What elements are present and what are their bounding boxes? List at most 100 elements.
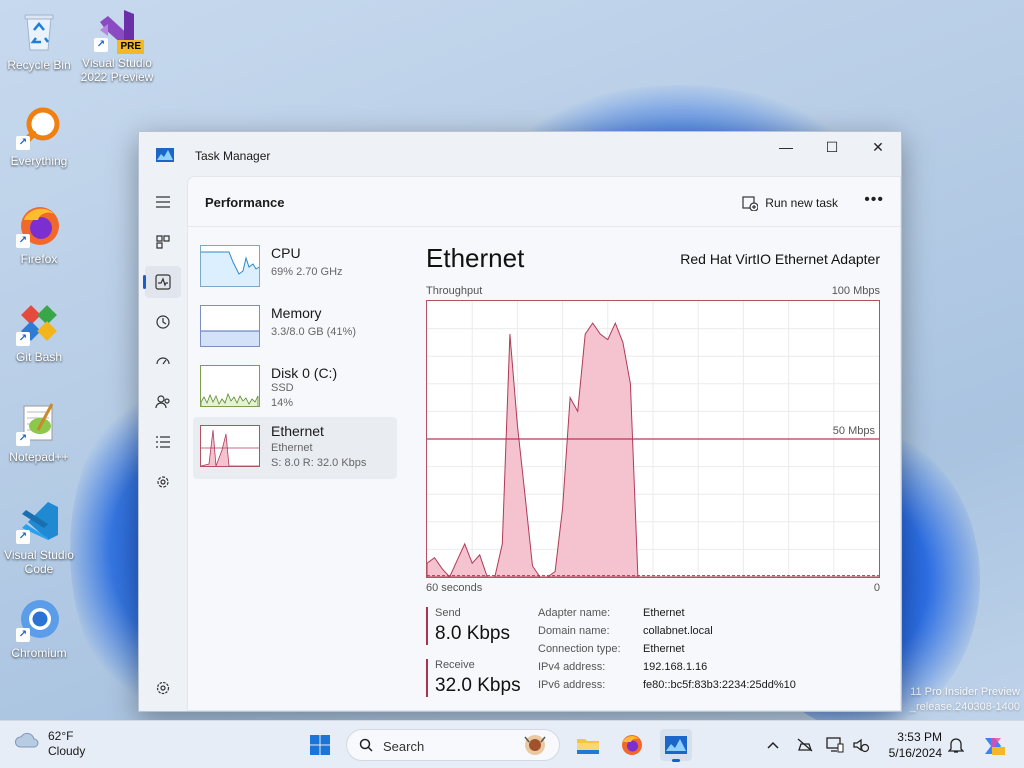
desktop-icon-label: Git Bash — [15, 350, 63, 364]
taskbar-task-manager[interactable] — [660, 729, 692, 762]
ethernet-thumbnail-graph — [200, 425, 260, 467]
run-task-icon — [742, 196, 759, 211]
resource-name: CPU — [271, 245, 301, 261]
resource-subtext: 69% 2.70 GHz — [271, 266, 343, 278]
run-new-task-button[interactable]: Run new task — [742, 195, 838, 211]
taskbar-search-box[interactable]: Search — [346, 729, 560, 761]
recycle-bin-icon — [16, 8, 62, 54]
maximize-button[interactable]: ☐ — [809, 132, 855, 162]
adapter-description: Red Hat VirtIO Ethernet Adapter — [680, 251, 880, 267]
nav-details[interactable] — [145, 426, 181, 458]
tray-network-status[interactable] — [795, 735, 815, 755]
weather-widget[interactable]: 62°F Cloudy — [14, 729, 85, 759]
desktop-icon-label: Notepad++ — [9, 450, 69, 464]
firefox-icon: ↗ — [16, 202, 62, 248]
bell-icon — [948, 738, 964, 753]
info-value: collabnet.local — [643, 625, 713, 637]
desktop-icon-recycle-bin[interactable]: Recycle Bin — [0, 8, 78, 72]
close-button[interactable]: ✕ — [855, 132, 901, 162]
shortcut-arrow-icon: ↗ — [16, 234, 30, 248]
info-key: IPv6 address: — [538, 679, 606, 691]
git-bash-icon: ↗ — [16, 300, 62, 346]
taskbar-file-explorer[interactable] — [572, 729, 604, 761]
resource-name: Memory — [271, 305, 322, 321]
title-bar[interactable]: Task Manager — ☐ ✕ — [139, 132, 901, 176]
hamburger-menu-button[interactable] — [145, 186, 181, 218]
desktop-icon-vscode[interactable]: ↗ Visual Studio Code — [0, 498, 78, 576]
info-value: Ethernet — [643, 607, 685, 619]
resource-subtext: 14% — [271, 397, 294, 409]
startup-apps-icon — [156, 357, 170, 365]
start-button[interactable] — [304, 729, 336, 761]
taskbar: 62°F Cloudy Search 3:53 PM 5/16/2024 — [0, 720, 1024, 768]
desktop-icon-firefox[interactable]: ↗ Firefox — [0, 202, 78, 266]
desktop-icon-label: Firefox — [20, 252, 58, 266]
resource-list: CPU 69% 2.70 GHz Memory 3.3/8.0 GB (41%)… — [193, 229, 397, 710]
minimize-button[interactable]: — — [763, 132, 809, 162]
windows-start-icon — [310, 735, 330, 755]
desktop-icon-notepadpp[interactable]: ↗ Notepad++ — [0, 400, 78, 464]
info-value: 192.168.1.16 — [643, 661, 708, 673]
tray-volume[interactable] — [851, 735, 871, 755]
nav-processes[interactable] — [145, 226, 181, 258]
network-icon — [797, 738, 813, 752]
copilot-preview-icon — [985, 738, 1005, 755]
show-hidden-icons-button[interactable] — [763, 735, 783, 755]
maximize-icon: ☐ — [825, 138, 839, 155]
info-value: Ethernet — [643, 643, 685, 655]
resource-subtext: SSD — [271, 382, 294, 394]
nav-users[interactable] — [145, 386, 181, 418]
resource-item-memory[interactable]: Memory 3.3/8.0 GB (41%) — [193, 297, 397, 359]
speaker-muted-icon — [853, 738, 870, 753]
search-icon — [359, 738, 373, 752]
weather-temperature: 62°F — [48, 729, 74, 743]
desktop-icon-visual-studio-preview[interactable]: PRE ↗ Visual Studio 2022 Preview — [78, 6, 156, 84]
weather-description: Cloudy — [48, 744, 86, 758]
nav-services[interactable] — [145, 466, 181, 498]
notifications-button[interactable] — [946, 735, 966, 755]
desktop-icon-chromium[interactable]: ↗ Chromium — [0, 596, 78, 660]
users-icon — [155, 395, 170, 409]
page-header: Performance Run new task ••• — [188, 177, 900, 227]
desktop-icon-everything[interactable]: ↗ Everything — [0, 104, 78, 168]
throughput-chart: 50 Mbps — [426, 301, 879, 578]
close-icon: ✕ — [872, 138, 884, 155]
chevron-up-icon — [767, 741, 779, 749]
nav-settings[interactable] — [145, 672, 181, 704]
nav-app-history[interactable] — [145, 306, 181, 338]
receive-stat: Receive 32.0 Kbps — [426, 659, 526, 697]
resource-name: Ethernet — [271, 423, 324, 439]
detail-title: Ethernet — [426, 243, 525, 273]
send-stat: Send 8.0 Kbps — [426, 607, 526, 645]
nav-performance[interactable] — [143, 266, 181, 298]
resource-item-ethernet[interactable]: Ethernet Ethernet S: 8.0 R: 32.0 Kbps — [193, 417, 397, 479]
shortcut-arrow-icon: ↗ — [16, 530, 30, 544]
page-title: Performance — [205, 195, 285, 210]
notepadpp-icon: ↗ — [16, 400, 62, 446]
scale-reference-label: 50 Mbps — [833, 425, 876, 437]
resource-subtext: S: 8.0 R: 32.0 Kbps — [271, 457, 367, 469]
resource-item-disk[interactable]: Disk 0 (C:) SSD 14% — [193, 357, 397, 419]
resource-subtext: Ethernet — [271, 442, 313, 454]
insider-watermark-line2: _release.240308-1400 — [909, 701, 1020, 713]
app-history-icon — [156, 315, 170, 329]
resource-name: Disk 0 (C:) — [271, 365, 338, 381]
running-indicator — [672, 759, 680, 762]
clock-date: 5/16/2024 — [888, 746, 942, 760]
tray-display[interactable] — [825, 735, 845, 755]
desktop-icon-label: Everything — [10, 154, 68, 168]
hamburger-icon — [156, 196, 170, 208]
disk-thumbnail-graph — [200, 365, 260, 407]
desktop-icon-label: Visual Studio Code — [4, 548, 74, 576]
task-manager-app-icon — [156, 148, 174, 162]
desktop-icon-git-bash[interactable]: ↗ Git Bash — [0, 300, 78, 364]
nav-startup-apps[interactable] — [145, 346, 181, 378]
send-value: 8.0 Kbps — [435, 623, 510, 644]
copilot-button[interactable] — [980, 735, 1006, 755]
cloud-icon — [14, 732, 39, 748]
taskbar-clock[interactable]: 3:53 PM 5/16/2024 — [878, 729, 942, 761]
resource-item-cpu[interactable]: CPU 69% 2.70 GHz — [193, 237, 397, 299]
minimize-icon: — — [779, 139, 793, 155]
taskbar-firefox[interactable] — [616, 729, 648, 761]
more-options-button[interactable]: ••• — [864, 191, 884, 209]
